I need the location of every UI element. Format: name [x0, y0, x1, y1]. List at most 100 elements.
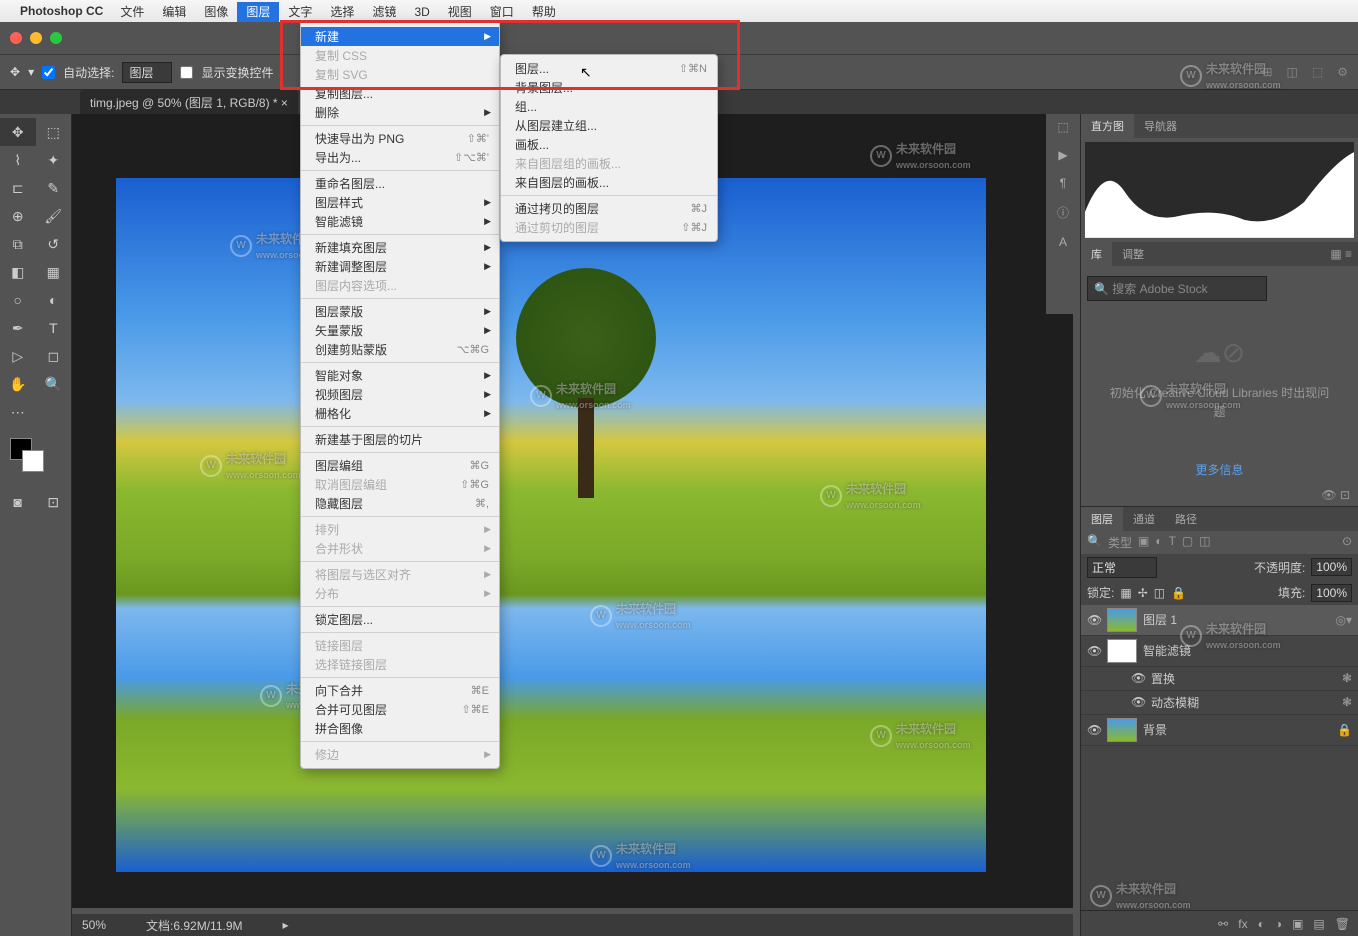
lock-position-icon[interactable]: ✢ [1138, 586, 1148, 600]
visibility-icon[interactable]: 👁 [1087, 723, 1101, 737]
delete-icon[interactable]: 🗑 [1335, 917, 1350, 931]
path-tool[interactable]: ▷ [0, 342, 36, 370]
minimize-window-icon[interactable] [30, 32, 42, 44]
screenmode-tool[interactable]: ⊡ [36, 488, 72, 516]
group-icon[interactable]: ▣ [1292, 917, 1303, 931]
new-layer-icon[interactable]: ▤ [1313, 917, 1324, 931]
align-icon[interactable]: ⊞ [1262, 65, 1272, 79]
menu-item[interactable]: 图层编组⌘G [301, 456, 499, 475]
lock-icon[interactable]: 🔒 [1171, 586, 1186, 600]
menu-item[interactable]: 图层样式▶ [301, 193, 499, 212]
char-icon[interactable]: A [1059, 235, 1067, 249]
brush-tool[interactable]: 🖌 [36, 202, 72, 230]
eraser-tool[interactable]: ◧ [0, 258, 36, 286]
menu-窗口[interactable]: 窗口 [481, 2, 523, 22]
menu-选择[interactable]: 选择 [321, 2, 363, 22]
new-submenu[interactable]: 图层...⇧⌘N背景图层...组...从图层建立组...画板...来自图层组的画… [500, 54, 718, 242]
opacity-input[interactable]: 100% [1311, 558, 1352, 576]
layer-row[interactable]: 👁 动态模糊 ❃ [1081, 691, 1358, 715]
menu-item[interactable]: 拼合图像 [301, 719, 499, 738]
pen-tool[interactable]: ✒ [0, 314, 36, 342]
move-tool[interactable]: ✥ [0, 118, 36, 146]
submenu-item[interactable]: 组... [501, 97, 717, 116]
layer-thumbnail[interactable] [1107, 639, 1137, 663]
canvas[interactable] [116, 178, 986, 872]
menu-item[interactable]: 新建▶ [301, 27, 499, 46]
menu-item[interactable]: 向下合并⌘E [301, 681, 499, 700]
fill-input[interactable]: 100% [1311, 584, 1352, 602]
submenu-item[interactable]: 来自图层的画板... [501, 173, 717, 192]
hand-tool[interactable]: ✋ [0, 370, 36, 398]
quickmask-tool[interactable]: ◙ [0, 488, 36, 516]
layer-row[interactable]: 👁 置换 ❃ [1081, 667, 1358, 691]
layer-row[interactable]: 👁 背景 🔒 [1081, 715, 1358, 746]
visibility-icon[interactable]: 👁 [1087, 613, 1101, 627]
menu-item[interactable]: 新建调整图层▶ [301, 257, 499, 276]
menu-编辑[interactable]: 编辑 [153, 2, 195, 22]
tab-navigator[interactable]: 导航器 [1134, 114, 1187, 138]
lasso-tool[interactable]: ⌇ [0, 146, 36, 174]
menu-滤镜[interactable]: 滤镜 [363, 2, 405, 22]
eyedropper-tool[interactable]: ✎ [36, 174, 72, 202]
filter-adjust-icon[interactable]: ◐ [1155, 534, 1162, 551]
filter-settings-icon[interactable]: ❃ [1342, 671, 1352, 685]
menu-item[interactable]: 新建基于图层的切片 [301, 430, 499, 449]
wand-tool[interactable]: ✦ [36, 146, 72, 174]
submenu-item[interactable]: 背景图层... [501, 78, 717, 97]
history-brush-tool[interactable]: ↺ [36, 230, 72, 258]
dodge-tool[interactable]: ◐ [36, 286, 72, 314]
show-transform-checkbox[interactable] [180, 66, 193, 79]
menu-item[interactable]: 栅格化▶ [301, 404, 499, 423]
submenu-item[interactable]: 画板... [501, 135, 717, 154]
layer-row[interactable]: 👁 智能滤镜 [1081, 636, 1358, 667]
paragraph-icon[interactable]: ¶ [1060, 176, 1066, 190]
menu-item[interactable]: 创建剪贴蒙版⌥⌘G [301, 340, 499, 359]
menu-item[interactable]: 智能滤镜▶ [301, 212, 499, 231]
gear-icon[interactable]: ⚙ [1337, 65, 1348, 79]
visibility-icon[interactable]: 👁 [1131, 671, 1145, 685]
menu-item[interactable]: 视频图层▶ [301, 385, 499, 404]
menu-item[interactable]: 复制图层... [301, 84, 499, 103]
menu-item[interactable]: 新建填充图层▶ [301, 238, 499, 257]
layer-thumbnail[interactable] [1107, 718, 1137, 742]
menu-item[interactable]: 删除▶ [301, 103, 499, 122]
menu-视图[interactable]: 视图 [439, 2, 481, 22]
info-icon[interactable]: ⓘ [1057, 204, 1069, 221]
layer-row[interactable]: 👁 图层 1 ◎▾ [1081, 605, 1358, 636]
submenu-item[interactable]: 图层...⇧⌘N [501, 59, 717, 78]
menu-item[interactable]: 导出为...⇧⌥⌘' [301, 148, 499, 167]
tab-histogram[interactable]: 直方图 [1081, 114, 1134, 138]
zoom-level[interactable]: 50% [82, 918, 106, 932]
menu-图像[interactable]: 图像 [195, 2, 237, 22]
link-layers-icon[interactable]: ⚯ [1218, 917, 1228, 931]
filter-settings-icon[interactable]: ❃ [1342, 695, 1352, 709]
more-info-link[interactable]: 更多信息 [1087, 461, 1352, 478]
menu-item[interactable]: 图层蒙版▶ [301, 302, 499, 321]
fx-icon[interactable]: fx [1238, 917, 1247, 931]
stamp-tool[interactable]: ⧉ [0, 230, 36, 258]
lock-pixels-icon[interactable]: ◫ [1154, 586, 1165, 600]
play-icon[interactable]: ▶ [1058, 148, 1067, 162]
menu-帮助[interactable]: 帮助 [523, 2, 565, 22]
history-panel-icon[interactable]: ⬚ [1057, 120, 1068, 134]
blend-mode-dropdown[interactable]: 正常 [1087, 557, 1157, 578]
type-tool[interactable]: T [36, 314, 72, 342]
filter-toggle[interactable]: ⊙ [1342, 534, 1352, 551]
crop-tool[interactable]: ⊏ [0, 174, 36, 202]
menu-item[interactable]: 重命名图层... [301, 174, 499, 193]
edit-toolbar[interactable]: ⋯ [0, 398, 36, 426]
tab-channels[interactable]: 通道 [1123, 507, 1165, 531]
shape-tool[interactable]: ◻ [36, 342, 72, 370]
heal-tool[interactable]: ⊕ [0, 202, 36, 230]
menu-item[interactable]: 智能对象▶ [301, 366, 499, 385]
menu-文件[interactable]: 文件 [111, 2, 153, 22]
mask-icon[interactable]: ◐ [1258, 917, 1265, 931]
tab-paths[interactable]: 路径 [1165, 507, 1207, 531]
filter-type-icon[interactable]: T [1169, 534, 1176, 551]
tab-adjustments[interactable]: 调整 [1112, 242, 1154, 266]
3d-icon[interactable]: ◫ [1287, 65, 1298, 79]
submenu-item[interactable]: 通过拷贝的图层⌘J [501, 199, 717, 218]
menu-item[interactable]: 快速导出为 PNG⇧⌘' [301, 129, 499, 148]
tab-layers[interactable]: 图层 [1081, 507, 1123, 531]
filter-shape-icon[interactable]: ▢ [1182, 534, 1193, 551]
